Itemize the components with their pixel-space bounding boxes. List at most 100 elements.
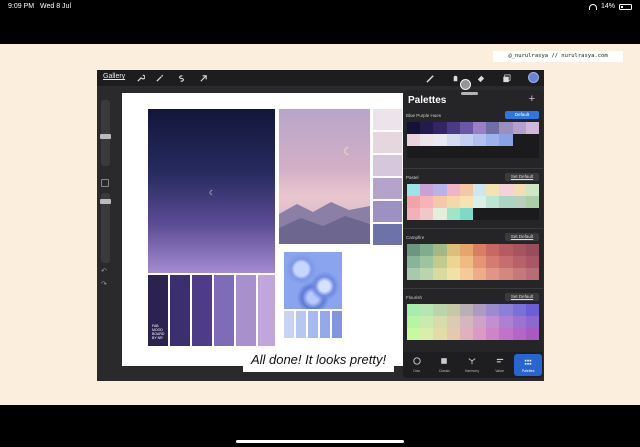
palette-swatch[interactable]: [433, 244, 447, 256]
palette-swatch[interactable]: [433, 208, 447, 220]
palette-swatch[interactable]: [525, 304, 539, 316]
brush-size-knob[interactable]: [100, 134, 111, 139]
palette-swatch[interactable]: [433, 304, 447, 316]
palette-swatch[interactable]: [433, 184, 447, 196]
brush-size-slider[interactable]: [101, 100, 110, 166]
palette-swatch[interactable]: [446, 184, 460, 196]
palette-swatch[interactable]: [420, 184, 434, 196]
palette-swatch[interactable]: [446, 328, 460, 340]
palette-swatch[interactable]: [433, 316, 447, 328]
palette-swatch[interactable]: [407, 196, 421, 208]
palette-swatch[interactable]: [486, 122, 500, 134]
palette-swatch[interactable]: [525, 184, 539, 196]
palette-swatch[interactable]: [459, 328, 473, 340]
palette-swatch[interactable]: [486, 316, 500, 328]
current-color-button[interactable]: [528, 72, 539, 83]
palette-swatch[interactable]: [525, 196, 539, 208]
eraser-icon[interactable]: [474, 72, 486, 84]
palette-swatch[interactable]: [446, 196, 460, 208]
empty-swatch-slot[interactable]: [525, 208, 539, 220]
palette-swatch[interactable]: [512, 244, 526, 256]
set-default-button[interactable]: Set Default: [505, 173, 539, 181]
empty-swatch-slot[interactable]: [486, 208, 500, 220]
palette-swatch[interactable]: [486, 196, 500, 208]
palette-swatch[interactable]: [446, 244, 460, 256]
palette-swatch[interactable]: [499, 134, 513, 146]
default-button[interactable]: Default: [505, 111, 539, 119]
palette-swatch[interactable]: [446, 268, 460, 280]
palette-swatch[interactable]: [407, 244, 421, 256]
palette-swatch[interactable]: [420, 122, 434, 134]
palette-swatch[interactable]: [499, 328, 513, 340]
palette-swatch[interactable]: [472, 304, 487, 316]
empty-swatch-slot[interactable]: [486, 146, 500, 158]
palette-swatch[interactable]: [420, 316, 434, 328]
palette-swatch[interactable]: [472, 268, 487, 280]
palette-swatch[interactable]: [525, 256, 539, 268]
empty-swatch-slot[interactable]: [459, 146, 473, 158]
palette-swatch[interactable]: [486, 244, 500, 256]
palette-swatch[interactable]: [525, 316, 539, 328]
palette-swatch[interactable]: [499, 256, 513, 268]
palette-swatch[interactable]: [499, 184, 513, 196]
plus-icon[interactable]: +: [529, 93, 535, 105]
palette-swatch[interactable]: [446, 316, 460, 328]
gallery-button[interactable]: Gallery: [103, 73, 125, 80]
empty-swatch-slot[interactable]: [499, 208, 513, 220]
palette-swatch[interactable]: [486, 328, 500, 340]
palette-swatch[interactable]: [472, 328, 487, 340]
palette-swatch[interactable]: [472, 256, 487, 268]
palette-swatch[interactable]: [512, 268, 526, 280]
palette-swatch[interactable]: [420, 268, 434, 280]
palette-swatch[interactable]: [525, 328, 539, 340]
palette-swatch[interactable]: [486, 256, 500, 268]
palette-swatch[interactable]: [407, 316, 421, 328]
palette-swatch[interactable]: [407, 268, 421, 280]
palette-swatch[interactable]: [433, 268, 447, 280]
tab-value[interactable]: Value: [486, 352, 514, 378]
palette-swatch[interactable]: [472, 316, 487, 328]
palette-swatch[interactable]: [433, 328, 447, 340]
palette-swatch[interactable]: [459, 256, 473, 268]
palette-swatch[interactable]: [472, 184, 487, 196]
undo-icon[interactable]: ↶: [101, 267, 107, 275]
palette-swatch[interactable]: [472, 196, 487, 208]
magic-wand-icon[interactable]: [153, 72, 165, 84]
redo-icon[interactable]: ↷: [101, 280, 107, 288]
palette-swatch[interactable]: [446, 122, 460, 134]
palette-swatch[interactable]: [499, 244, 513, 256]
palette-swatch[interactable]: [486, 304, 500, 316]
palette-swatch[interactable]: [486, 134, 500, 146]
palette-swatch[interactable]: [407, 304, 421, 316]
palette-swatch[interactable]: [407, 208, 421, 220]
palette-swatch[interactable]: [446, 304, 460, 316]
palette-swatch[interactable]: [420, 134, 434, 146]
transform-arrow-icon[interactable]: [197, 72, 209, 84]
palette-swatch[interactable]: [499, 268, 513, 280]
empty-swatch-slot[interactable]: [407, 146, 421, 158]
empty-swatch-slot[interactable]: [433, 146, 447, 158]
palette-swatch[interactable]: [512, 328, 526, 340]
modify-button[interactable]: [101, 179, 109, 187]
empty-swatch-slot[interactable]: [512, 134, 526, 146]
palette-swatch[interactable]: [512, 304, 526, 316]
palette-swatch[interactable]: [446, 256, 460, 268]
palette-swatch[interactable]: [420, 196, 434, 208]
set-default-button[interactable]: Set Default: [505, 233, 539, 241]
selection-icon[interactable]: [175, 72, 187, 84]
palette-swatch[interactable]: [420, 256, 434, 268]
empty-swatch-slot[interactable]: [525, 134, 539, 146]
palette-swatch[interactable]: [459, 304, 473, 316]
set-default-button[interactable]: Set Default: [505, 293, 539, 301]
palette-swatch[interactable]: [433, 196, 447, 208]
wrench-icon[interactable]: [134, 72, 146, 84]
palette-swatch[interactable]: [433, 122, 447, 134]
palette-swatch[interactable]: [420, 208, 434, 220]
palette-swatch[interactable]: [459, 134, 473, 146]
canvas[interactable]: ☾ FAB MOOD BOARD BY NR ☾: [122, 93, 415, 366]
palette-swatch[interactable]: [433, 256, 447, 268]
palette-swatch[interactable]: [459, 208, 473, 220]
palette-swatch[interactable]: [459, 268, 473, 280]
palette-swatch[interactable]: [499, 304, 513, 316]
empty-swatch-slot[interactable]: [499, 146, 513, 158]
